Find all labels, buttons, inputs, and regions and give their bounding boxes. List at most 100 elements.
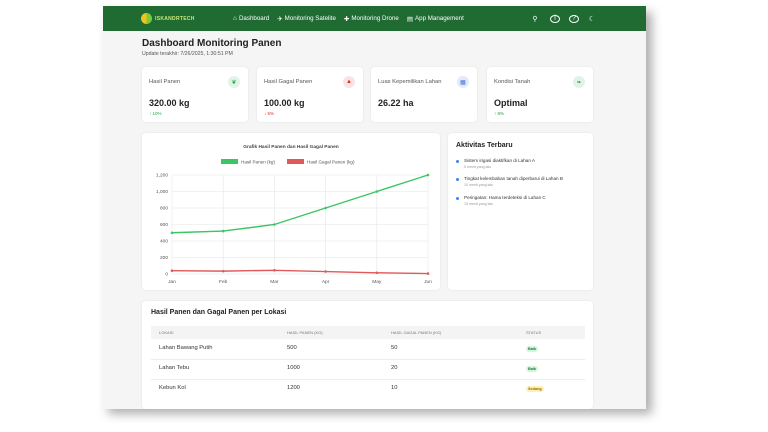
bullet-icon [456, 197, 459, 200]
stat-card-luas-lahan: Luas Kepemilikan Lahan 26.22 ha ▦ [371, 67, 477, 122]
nav-right-icons: ⚲ i ? ☾ [531, 6, 607, 31]
y-tick-label: 0 [165, 272, 168, 278]
x-tick-label: Apr [322, 279, 330, 285]
activity-text: Tingkat kelembaban tanah diperbarui di L… [464, 176, 563, 181]
data-point [426, 272, 430, 275]
legend-swatch [221, 159, 238, 164]
logo-text: ISKANDRTECH [155, 15, 195, 22]
cell-hasil-gagal: 50 [391, 345, 398, 351]
activity-time: 15 menit yang lalu [464, 202, 494, 206]
data-point [324, 206, 327, 210]
series-line [171, 174, 429, 234]
warning-icon: ▲ [343, 76, 355, 88]
sprout-icon: ❦ [228, 76, 240, 88]
area-icon: ▦ [457, 76, 469, 88]
chart-card: Grafik Hasil Panen dan Hasil Gagal Panen… [142, 133, 440, 290]
cell-lokasi: Lahan Bawang Putih [159, 345, 213, 351]
data-point [426, 173, 430, 177]
cell-hasil-panen: 1200 [287, 385, 300, 391]
stat-card-kondisi-tanah: Kondisi Tanah Optimal ↑ 8% ❧ [487, 67, 593, 122]
data-point [375, 190, 379, 193]
stat-value: 26.22 ha [378, 98, 414, 108]
stat-delta: ↑ 8% [494, 111, 505, 116]
stat-card-hasil-gagal-panen: Hasil Gagal Panen 100.00 kg ↓ 5% ▲ [257, 67, 363, 122]
cell-lokasi: Kebun Kol [159, 385, 186, 391]
data-point [324, 270, 327, 273]
leaf-icon: ❧ [573, 76, 585, 88]
cell-lokasi: Lahan Tebu [159, 365, 190, 371]
nav-monitoring-drone[interactable]: ✚ Monitoring Drone [344, 15, 399, 23]
data-point [273, 268, 276, 272]
col-header-hasil-panen: HASIL PANEN (KG) [287, 330, 323, 335]
page-title: Dashboard Monitoring Panen [142, 38, 282, 49]
activity-text: Peringatan: Hama terdeteksi di Lahan C [464, 195, 546, 200]
stat-value: 320.00 kg [149, 98, 190, 108]
cell-hasil-panen: 1000 [287, 365, 300, 371]
col-header-lokasi: LOKASI [159, 330, 174, 335]
x-tick-label: May [372, 279, 382, 285]
app-logo[interactable]: ISKANDRTECH [141, 13, 195, 24]
location-table-card: Hasil Panen dan Gagal Panen per Lokasi L… [142, 301, 593, 409]
help-icon[interactable]: ? [569, 14, 579, 23]
nav-links: ⌂ Dashboard ✈ Monitoring Satelite ✚ Moni… [233, 6, 472, 31]
status-badge: Baik [526, 346, 539, 352]
stat-label: Hasil Panen [149, 79, 181, 85]
x-tick-label: Mar [270, 279, 279, 285]
satellite-icon: ✈ [277, 15, 283, 23]
table-title: Hasil Panen dan Gagal Panen per Lokasi [151, 309, 287, 316]
status-badge: Sedang [526, 386, 544, 392]
info-icon[interactable]: i [550, 14, 560, 23]
cell-hasil-panen: 500 [287, 345, 297, 351]
y-tick-label: 800 [160, 206, 168, 212]
legend-label: Hasil Panen (kg) [241, 160, 275, 165]
last-updated: Update terakhir: 7/26/2025, 1:30:51 PM [142, 51, 233, 57]
data-point [221, 269, 225, 273]
table-row[interactable]: Kebun Kol 1200 10 Sedang [151, 379, 585, 399]
nav-app-management[interactable]: ▤ App Management [407, 15, 464, 23]
data-point [375, 271, 379, 275]
stat-value: 100.00 kg [264, 98, 305, 108]
cell-hasil-gagal: 10 [391, 385, 398, 391]
nav-monitoring-satelite[interactable]: ✈ Monitoring Satelite [277, 15, 336, 23]
table-row[interactable]: Lahan Bawang Putih 500 50 Baik [151, 339, 585, 360]
stat-label: Luas Kepemilikan Lahan [378, 79, 442, 85]
stat-delta: ↑ 10% [149, 111, 162, 116]
nav-app-management-label: App Management [415, 15, 464, 22]
activity-title: Aktivitas Terbaru [456, 142, 513, 149]
y-tick-label: 400 [160, 239, 168, 245]
stat-label: Kondisi Tanah [494, 79, 531, 85]
location-icon[interactable]: ⚲ [531, 15, 539, 23]
status-badge: Baik [526, 366, 539, 372]
line-chart: 0 200 400 600 800 1,000 1,200 Jan Feb Mar Apr May Ju… [156, 159, 432, 285]
data-point [170, 269, 174, 272]
legend-swatch [287, 159, 304, 164]
y-tick-label: 600 [160, 222, 168, 228]
y-tick-label: 200 [160, 255, 168, 261]
nav-dashboard-label: Dashboard [238, 15, 270, 22]
home-icon: ⌂ [233, 15, 237, 22]
stat-delta: ↓ 5% [264, 111, 275, 116]
bullet-icon [456, 160, 459, 163]
stat-label: Hasil Gagal Panen [264, 79, 313, 85]
table-row[interactable]: Lahan Tebu 1000 20 Baik [151, 359, 585, 380]
bullet-icon [456, 178, 459, 181]
activity-time: 10 menit yang lalu [464, 183, 494, 187]
nav-monitoring-satelite-label: Monitoring Satelite [284, 15, 336, 22]
nav-monitoring-drone-label: Monitoring Drone [351, 15, 399, 22]
moon-icon[interactable]: ☾ [588, 15, 596, 23]
table-header [151, 326, 585, 339]
stat-value: Optimal [494, 98, 528, 108]
stat-card-hasil-panen: Hasil Panen 320.00 kg ↑ 10% ❦ [142, 67, 248, 122]
logo-mark-icon [141, 13, 152, 24]
data-point [221, 229, 225, 233]
drone-icon: ✚ [343, 15, 350, 23]
activity-text: Sistem irigasi diaktifkan di Lahan A [464, 158, 535, 163]
activity-time: 5 menit yang lalu [464, 165, 492, 169]
nav-dashboard[interactable]: ⌂ Dashboard [233, 15, 269, 22]
x-tick-label: Jan [168, 279, 176, 285]
x-tick-label: Jun [424, 279, 432, 285]
top-navbar: ISKANDRTECH ⌂ Dashboard ✈ Monitoring Sat… [103, 6, 646, 31]
y-tick-label: 1,200 [156, 173, 168, 179]
col-header-hasil-gagal-panen: HASIL GAGAL PANEN (KG) [391, 330, 442, 335]
col-header-status: STATUS [526, 330, 542, 335]
